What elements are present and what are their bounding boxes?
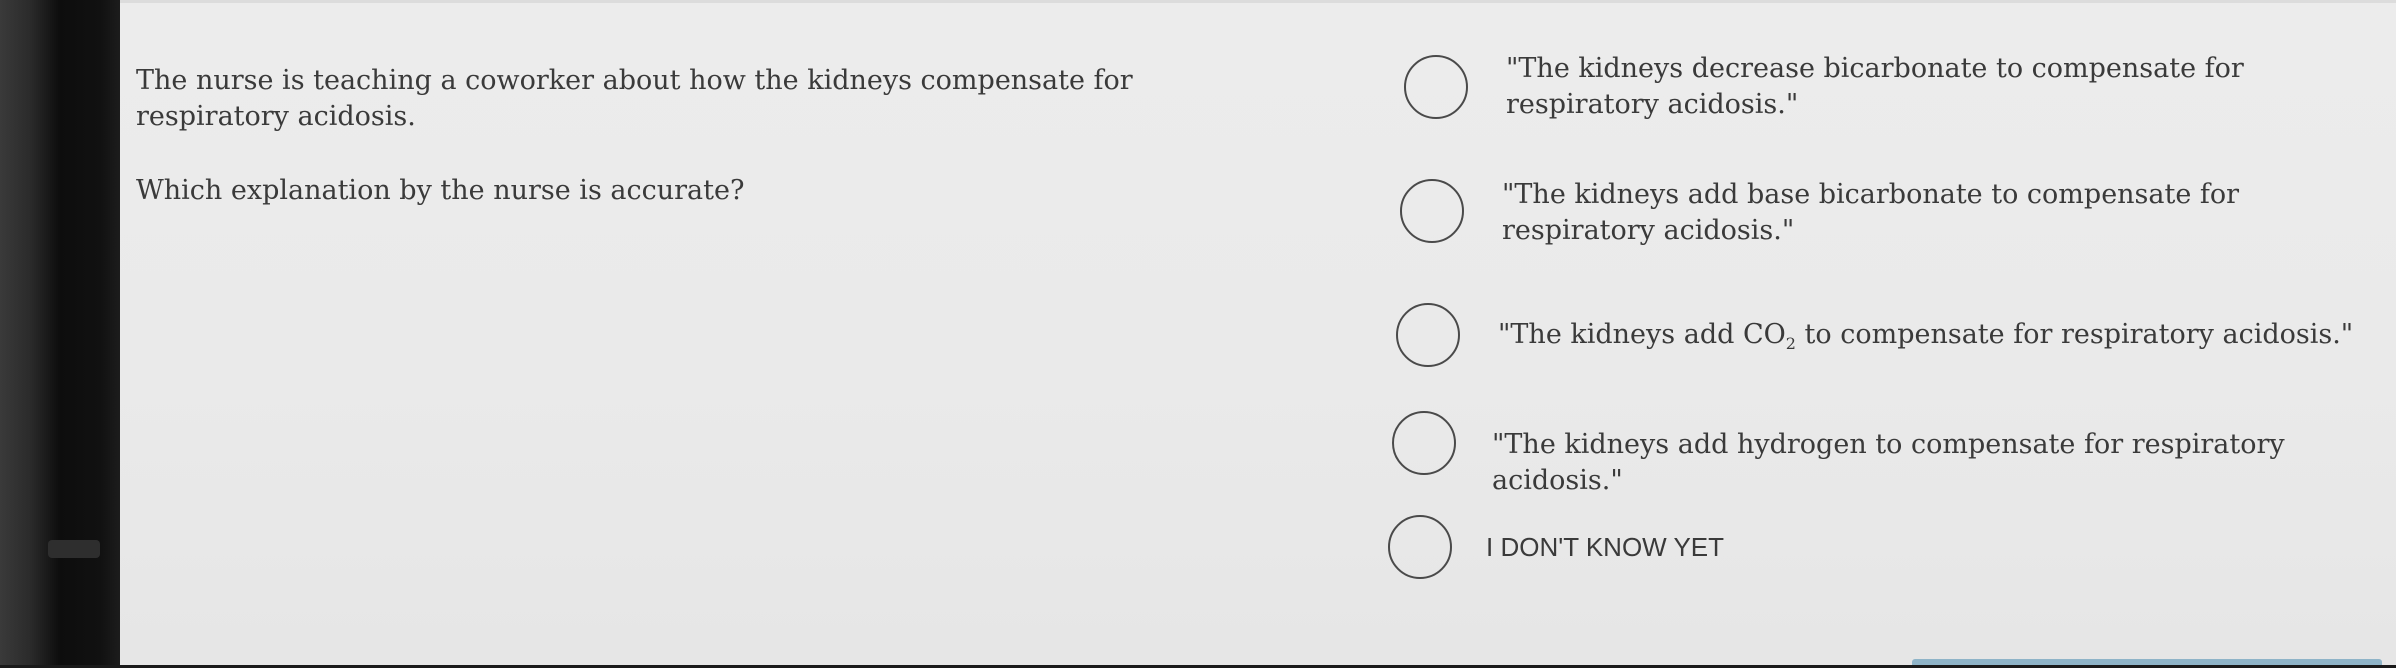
question-panel: The nurse is teaching a coworker about h… bbox=[136, 63, 1236, 209]
question-stem: The nurse is teaching a coworker about h… bbox=[136, 65, 1133, 132]
radio-button-3[interactable] bbox=[1396, 303, 1460, 367]
radio-button-2[interactable] bbox=[1400, 179, 1464, 243]
question-prompt: Which explanation by the nurse is accura… bbox=[136, 175, 745, 206]
answer-option-3-text-start: "The kidneys add CO bbox=[1498, 319, 1786, 350]
answer-option-3-text: "The kidneys add CO2 to compensate for r… bbox=[1498, 317, 2358, 362]
radio-button-4[interactable] bbox=[1392, 411, 1456, 475]
answer-option-5[interactable]: I DON'T KNOW YET bbox=[1388, 515, 2390, 595]
answer-option-4[interactable]: "The kidneys add hydrogen to compensate … bbox=[1390, 411, 2390, 496]
answer-option-1[interactable]: "The kidneys decrease bicarbonate to com… bbox=[1390, 51, 2390, 131]
question-screen: The nurse is teaching a coworker about h… bbox=[120, 0, 2396, 665]
bezel-notch bbox=[48, 540, 100, 558]
radio-button-5[interactable] bbox=[1388, 515, 1452, 579]
answer-option-3-text-end: to compensate for respiratory acidosis." bbox=[1795, 319, 2354, 350]
answer-options: "The kidneys decrease bicarbonate to com… bbox=[1388, 3, 2390, 668]
answer-option-1-text: "The kidneys decrease bicarbonate to com… bbox=[1506, 53, 2244, 120]
answer-option-3[interactable]: "The kidneys add CO2 to compensate for r… bbox=[1390, 303, 2390, 383]
co2-subscript: 2 bbox=[1785, 334, 1796, 353]
bottom-accent-bar bbox=[1912, 659, 2382, 665]
answer-option-2[interactable]: "The kidneys add base bicarbonate to com… bbox=[1390, 175, 2390, 255]
answer-option-2-text: "The kidneys add base bicarbonate to com… bbox=[1502, 179, 2240, 246]
answer-option-4-text: "The kidneys add hydrogen to compensate … bbox=[1492, 429, 2285, 496]
answer-option-5-text: I DON'T KNOW YET bbox=[1486, 532, 1725, 562]
radio-button-1[interactable] bbox=[1404, 55, 1468, 119]
monitor-bezel bbox=[0, 0, 120, 665]
